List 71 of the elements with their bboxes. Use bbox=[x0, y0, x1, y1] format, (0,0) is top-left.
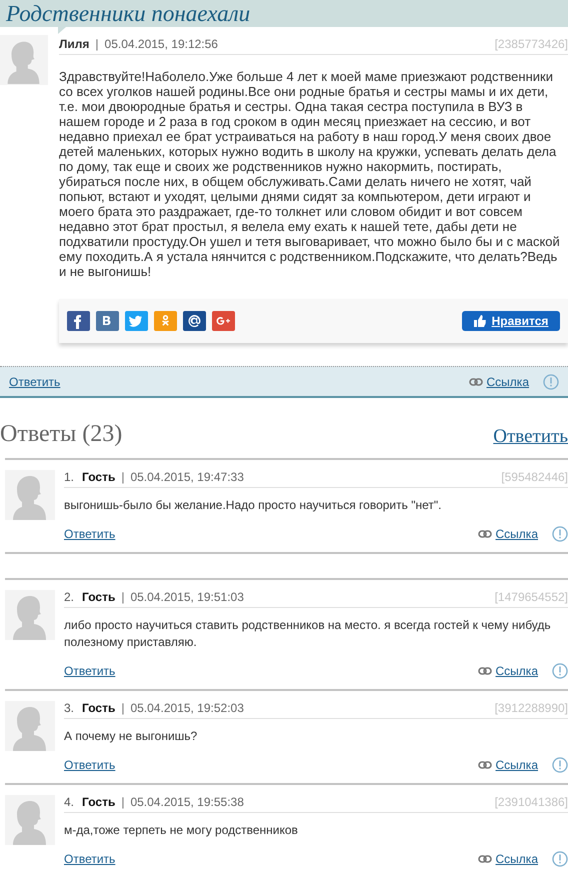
facebook-logo-icon bbox=[74, 315, 81, 329]
answer-number: 3. bbox=[64, 700, 74, 714]
reply-link[interactable]: Ответить bbox=[64, 852, 116, 866]
vk-logo-icon bbox=[103, 316, 110, 325]
avatar-icon bbox=[5, 701, 55, 751]
twitter-logo-icon bbox=[129, 316, 142, 327]
answers-heading: Ответы (23) bbox=[0, 421, 122, 448]
permalink[interactable]: Ссылка bbox=[496, 852, 538, 866]
separator: | bbox=[121, 470, 124, 484]
answer-date: 05.04.2015, 19:55:38 bbox=[130, 794, 244, 808]
link-icon bbox=[478, 530, 492, 538]
answer-text: выгонишь-было бы желание.Надо просто научиться говорить "нет". bbox=[64, 497, 442, 514]
gplus-logo-icon bbox=[216, 317, 230, 325]
answer-number: 4. bbox=[64, 794, 74, 808]
reply-link[interactable]: Ответить bbox=[9, 374, 60, 388]
avatar-icon bbox=[5, 590, 55, 640]
answer-date: 05.04.2015, 19:52:03 bbox=[130, 700, 244, 714]
mail-share-button[interactable] bbox=[183, 311, 206, 331]
separator: | bbox=[121, 794, 124, 808]
reply-link[interactable]: Ответить bbox=[64, 527, 116, 541]
answer-id: [595482446] bbox=[501, 470, 568, 484]
author-name[interactable]: Гость bbox=[82, 794, 116, 808]
mail-logo-icon bbox=[188, 315, 200, 327]
answer-text: либо просто научиться ставить родственников на место. я всегда гостей к чему нибудь полезному приставляю. bbox=[64, 617, 552, 651]
answer-id: [3912288990] bbox=[494, 700, 568, 714]
avatar-icon bbox=[5, 795, 55, 845]
ok-share-button[interactable] bbox=[154, 311, 177, 331]
author-name[interactable]: Гость bbox=[82, 590, 116, 604]
permalink[interactable]: Ссылка bbox=[496, 664, 538, 678]
separator: | bbox=[95, 36, 99, 50]
author-name[interactable]: Гость bbox=[82, 470, 116, 484]
answer-date: 05.04.2015, 19:47:33 bbox=[130, 470, 244, 484]
separator: | bbox=[121, 590, 124, 604]
permalink[interactable]: Ссылка bbox=[496, 758, 538, 772]
link-icon bbox=[468, 378, 483, 386]
permalink[interactable]: Ссылка bbox=[486, 374, 529, 388]
permalink[interactable]: Ссылка bbox=[496, 527, 538, 541]
author-name[interactable]: Гость bbox=[82, 700, 116, 714]
post-id: [2385773426] bbox=[494, 36, 568, 50]
reply-link[interactable]: Ответить bbox=[493, 426, 568, 448]
author-name[interactable]: Лиля bbox=[59, 36, 90, 50]
separator: | bbox=[121, 700, 124, 714]
link-icon bbox=[478, 761, 492, 769]
answer-number: 1. bbox=[64, 470, 74, 484]
report-icon[interactable] bbox=[552, 851, 568, 867]
facebook-share-button[interactable] bbox=[67, 311, 90, 331]
answer-date: 05.04.2015, 19:51:03 bbox=[130, 590, 244, 604]
answer-text: м-да,тоже терпеть не могу родственников bbox=[64, 822, 299, 839]
reply-link[interactable]: Ответить bbox=[64, 758, 116, 772]
report-icon[interactable] bbox=[543, 374, 559, 390]
answer-id: [1479654552] bbox=[494, 590, 568, 604]
answer-number: 2. bbox=[64, 590, 74, 604]
thumbs-up-icon bbox=[474, 315, 486, 327]
vk-share-button[interactable] bbox=[96, 311, 119, 331]
ok-logo-icon bbox=[162, 315, 169, 326]
like-button[interactable]: Нравится bbox=[462, 311, 560, 331]
report-icon[interactable] bbox=[552, 663, 568, 679]
twitter-share-button[interactable] bbox=[125, 311, 148, 331]
post-text: Здравствуйте!Наболело.Уже больше 4 лет к моей маме приезжают родственники со всех уголков нашей родины.Все они родные братья и сестры мамы и их дети, т.е. мои двоюродные братья и сестры. Одна такая сестра поступила в ВУЗ в нашем городе и 2 раза в год сроком в один месяц приезжает на сессию, и вот недавно приехал ее брат устраиваться на работу в наш город.У меня своих двое детей маленьких, которых нужно водить в школу на кружки, успевать делать дела по дому, так еще и своих же родственников нужно накормить, постирать, убираться после них, в общем обслуживать.Сами делать ничего не хотят, чай попьют, встают и уходят, целыми днями сидят за компьютером, дети играют и моего брата это раздражает, где-то толкнет или словом обидит и вот совсем недавно этот брат простыл, я велела ему ехать к нашей тете, дабы дети не подхватили простуду.Он ушел и тетя выговаривает, что можно было бы и с маской ему походить.А я устала нянчится с родственником.Подскажите, что делать?Ведь и не выгонишь! bbox=[59, 69, 561, 279]
answer-text: А почему не выгонишь? bbox=[64, 728, 198, 745]
post-date: 05.04.2015, 19:12:56 bbox=[104, 36, 218, 50]
gplus-share-button[interactable] bbox=[212, 311, 235, 331]
avatar-icon bbox=[0, 35, 48, 85]
answer-id: [2391041386] bbox=[494, 794, 568, 808]
report-icon[interactable] bbox=[552, 526, 568, 542]
avatar-icon bbox=[5, 470, 55, 520]
link-icon bbox=[478, 667, 492, 675]
report-icon[interactable] bbox=[552, 757, 568, 773]
link-icon bbox=[478, 855, 492, 863]
topic-title: Родственники понаехали bbox=[6, 0, 250, 26]
reply-link[interactable]: Ответить bbox=[64, 664, 116, 678]
